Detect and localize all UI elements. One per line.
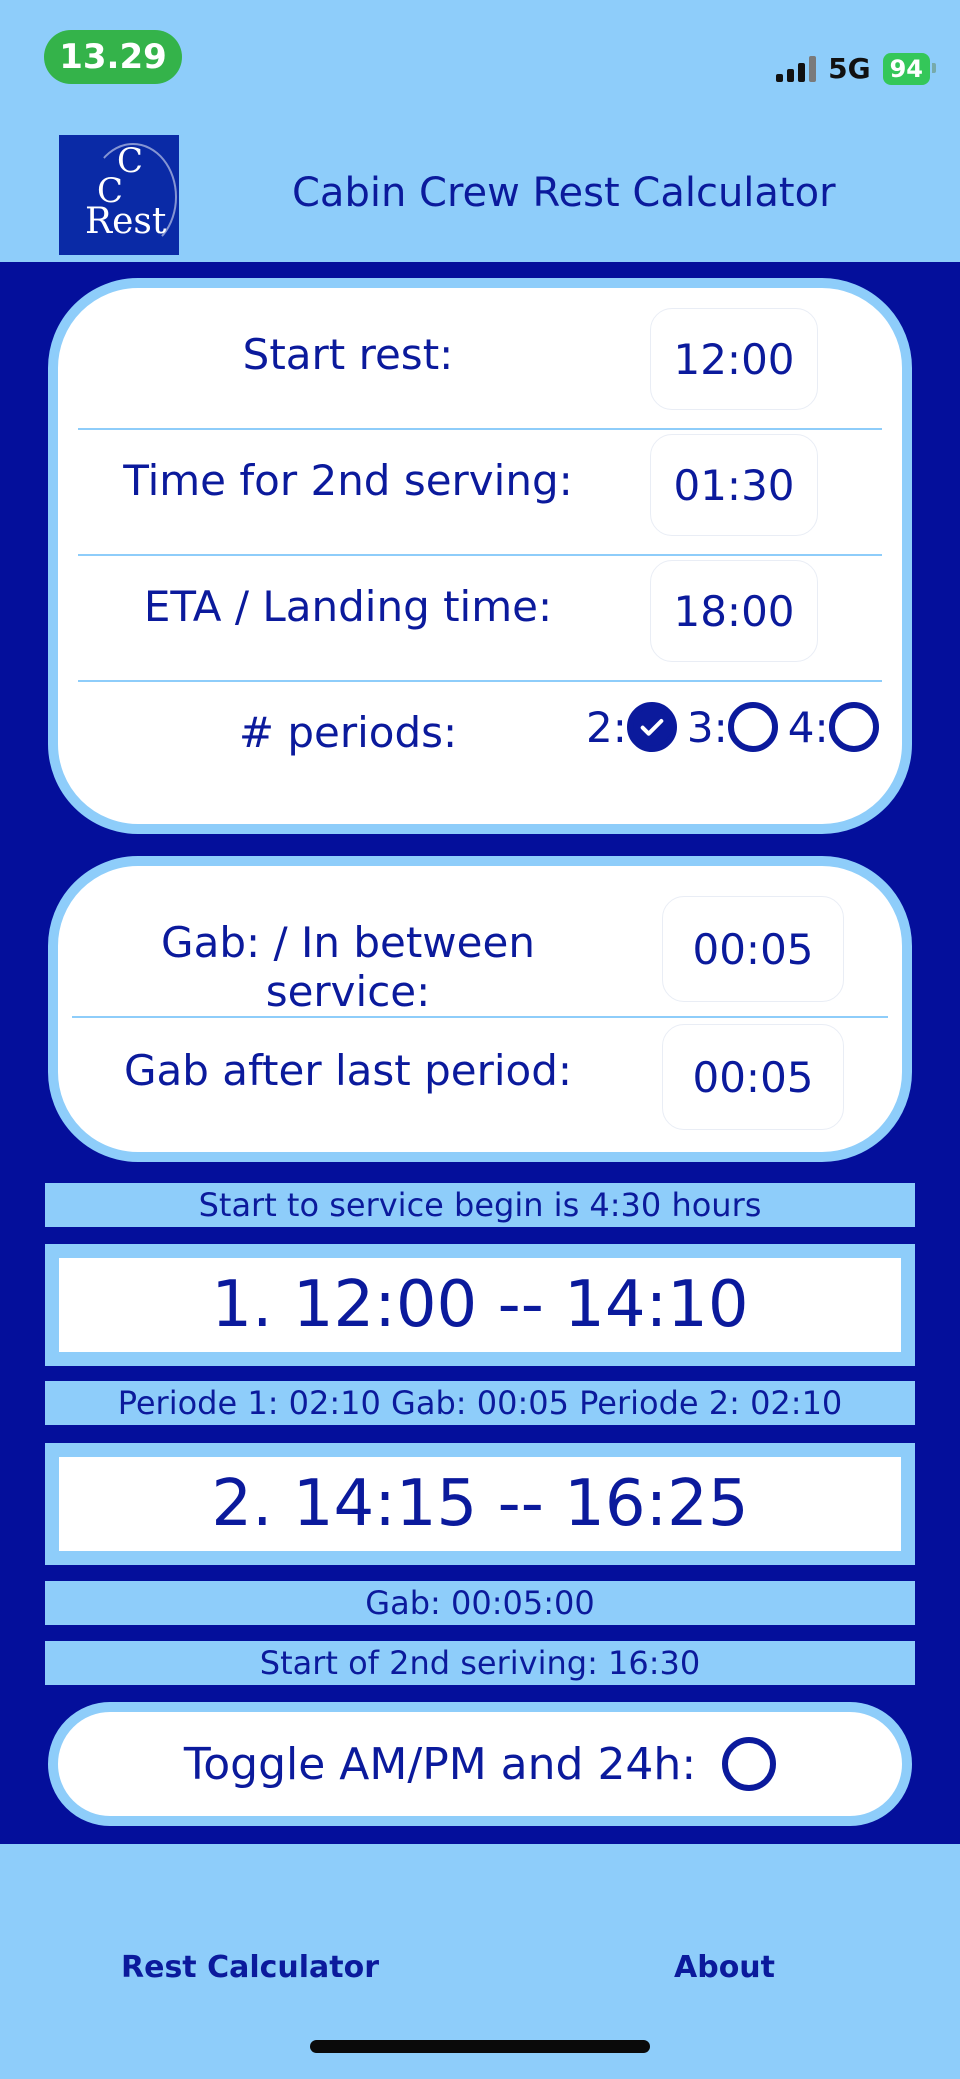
gap-after-input[interactable]: 00:05 — [662, 1024, 844, 1130]
home-indicator[interactable] — [310, 2040, 650, 2053]
ampm-toggle-card[interactable]: Toggle AM/PM and 24h: — [48, 1702, 912, 1826]
radio-icon[interactable] — [828, 702, 879, 752]
checkmark-icon[interactable] — [626, 702, 677, 752]
period-detail-strip: Periode 1: 02:10 Gab: 00:05 Periode 2: 0… — [45, 1381, 915, 1425]
page-title: Cabin Crew Rest Calculator — [292, 170, 836, 216]
status-indicators: 5G 94 — [776, 52, 937, 85]
signal-icon — [776, 55, 817, 82]
battery-icon: 94 — [882, 52, 937, 85]
gap-between-input[interactable]: 00:05 — [662, 896, 844, 1002]
toggle-radio-icon[interactable] — [722, 1737, 777, 1791]
gap-after-label: Gab after last period: — [123, 1046, 573, 1095]
app-logo: C C Rest — [59, 135, 179, 255]
ampm-toggle-label: Toggle AM/PM and 24h: — [183, 1738, 697, 1790]
period-option-label: 3: — [686, 702, 728, 752]
logo-rest: Rest — [85, 201, 167, 242]
network-label: 5G — [828, 52, 871, 85]
divider — [78, 554, 882, 556]
tab-rest-calculator[interactable]: Rest Calculator — [121, 1950, 379, 1985]
period-option-label: 4: — [787, 702, 829, 752]
divider — [72, 1016, 888, 1018]
start-rest-label: Start rest: — [242, 330, 454, 379]
second-serving-label: Time for 2nd serving: — [123, 456, 573, 505]
divider — [78, 428, 882, 430]
period-option-3[interactable]: 3: — [687, 702, 778, 752]
gap-between-label: Gab: / In between service: — [161, 918, 535, 1016]
period-option-4[interactable]: 4: — [788, 702, 879, 752]
gab-strip: Gab: 00:05:00 — [45, 1581, 915, 1625]
periods-options: 2: 3: 4: — [586, 702, 885, 752]
period-option-label: 2: — [586, 702, 627, 752]
period-option-2[interactable]: 2: — [586, 702, 677, 752]
period-2-result: 2. 14:15 -- 16:25 — [45, 1443, 915, 1565]
second-serving-input[interactable]: 01:30 — [650, 434, 818, 536]
second-serving-strip: Start of 2nd seriving: 16:30 — [45, 1641, 915, 1685]
period-1-result: 1. 12:00 -- 14:10 — [45, 1244, 915, 1366]
start-rest-input[interactable]: 12:00 — [650, 308, 818, 410]
summary-strip: Start to service begin is 4:30 hours — [45, 1183, 915, 1227]
eta-label: ETA / Landing time: — [143, 582, 553, 631]
eta-input[interactable]: 18:00 — [650, 560, 818, 662]
periods-label: # periods: — [238, 708, 458, 757]
input-card: Start rest: 12:00 Time for 2nd serving: … — [48, 278, 912, 834]
divider — [78, 680, 882, 682]
gap-card: Gab: / In between service: 00:05 Gab aft… — [48, 856, 912, 1162]
radio-icon[interactable] — [727, 702, 778, 752]
status-time: 13.29 — [44, 30, 182, 84]
tab-about[interactable]: About — [674, 1950, 775, 1985]
